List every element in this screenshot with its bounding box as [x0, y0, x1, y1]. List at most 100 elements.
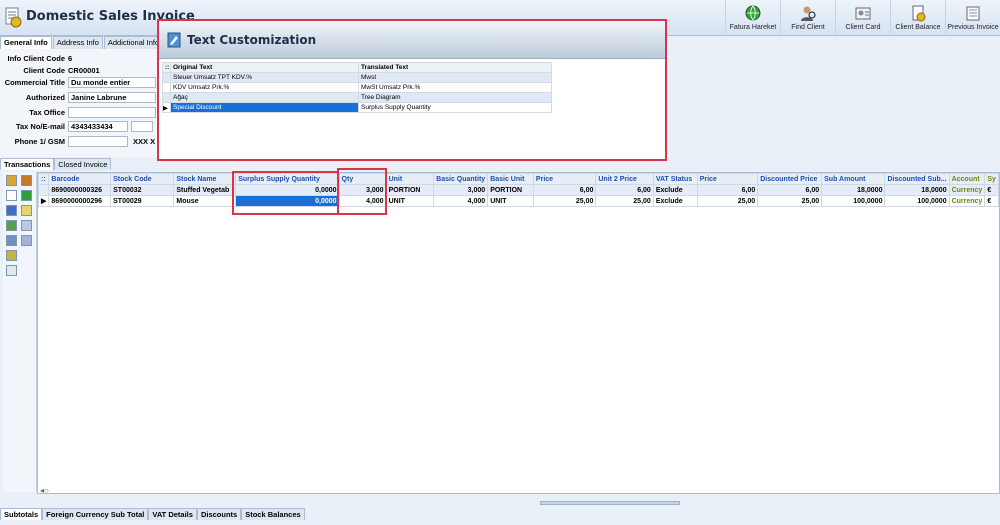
- vat-status-cell[interactable]: Exclude: [652, 195, 698, 207]
- discounted-price-cell[interactable]: 25,00: [757, 195, 823, 207]
- discounted-sub-cell[interactable]: 100,0000: [884, 195, 950, 207]
- client-balance-button[interactable]: Client Balance: [890, 0, 945, 34]
- currency-icon[interactable]: [21, 205, 32, 216]
- original-text-cell[interactable]: Special Discount: [170, 102, 359, 113]
- basic-qty-cell[interactable]: 3,000: [433, 184, 489, 196]
- translation-row-selected[interactable]: ▶ Special Discount Surplus Supply Quanti…: [162, 102, 552, 113]
- original-text-cell[interactable]: Steuer Umsatz TPT KDV.%: [170, 72, 359, 83]
- column-header[interactable]: Stock Code: [110, 173, 175, 185]
- calculator-icon[interactable]: [6, 250, 17, 261]
- column-header[interactable]: Discounted Price: [757, 173, 823, 185]
- column-header[interactable]: Unit: [385, 173, 435, 185]
- discounted-price-cell[interactable]: 6,00: [757, 184, 823, 196]
- column-header[interactable]: Unit 2 Price: [595, 173, 654, 185]
- column-header[interactable]: Barcode: [48, 173, 112, 185]
- options-icon[interactable]: [21, 175, 32, 186]
- copy-icon[interactable]: [6, 205, 17, 216]
- symbol-cell[interactable]: €: [984, 195, 999, 207]
- tab-additional-info[interactable]: Addictional Info: [103, 36, 164, 49]
- client-card-button[interactable]: Client Card: [835, 0, 890, 34]
- tab-discounts[interactable]: Discounts: [196, 508, 242, 520]
- column-header[interactable]: Basic Unit: [487, 173, 534, 185]
- tab-foreign-currency-sub-total[interactable]: Foreign Currency Sub Total: [42, 508, 149, 520]
- price2-cell[interactable]: 25,00: [696, 195, 759, 207]
- unit2-price-cell[interactable]: 6,00: [595, 184, 654, 196]
- translated-text-cell[interactable]: MwSt Umsatz Prk.%: [358, 82, 552, 93]
- export-icon[interactable]: [6, 220, 17, 231]
- authorized-input[interactable]: Janine Labrune: [68, 91, 156, 103]
- email-input[interactable]: [131, 120, 153, 132]
- translated-text-cell[interactable]: Mwst: [358, 72, 552, 83]
- tax-office-row: Tax Office: [0, 106, 156, 118]
- new-document-icon[interactable]: [6, 190, 17, 201]
- previous-invoice-button[interactable]: Previous Invoice: [945, 0, 1000, 34]
- column-header[interactable]: Basic Quantity: [433, 173, 489, 185]
- translation-row[interactable]: Ağaç Tree Diagram: [162, 92, 552, 103]
- horizontal-scrollbar[interactable]: [540, 501, 680, 505]
- phone-input[interactable]: [68, 135, 128, 147]
- column-header[interactable]: Sub Amount: [821, 173, 886, 185]
- text-customize-icon[interactable]: [21, 220, 32, 231]
- stock-name-cell[interactable]: Stuffed Vegetab: [173, 184, 237, 196]
- commercial-title-input[interactable]: Du monde entier: [68, 76, 156, 88]
- tab-address-info[interactable]: Address Info: [52, 36, 103, 49]
- column-header[interactable]: VAT Status: [652, 173, 698, 185]
- basic-unit-cell[interactable]: PORTION: [487, 184, 534, 196]
- sub-amount-cell[interactable]: 100,0000: [821, 195, 886, 207]
- stock-name-cell[interactable]: Mouse: [173, 195, 237, 207]
- column-header[interactable]: Discounted Sub...: [884, 173, 950, 185]
- tab-general-info[interactable]: General Info: [0, 36, 52, 49]
- translated-text-header[interactable]: Translated Text: [358, 62, 552, 73]
- dialog-header: Text Customization: [159, 21, 665, 59]
- basic-unit-cell[interactable]: UNIT: [487, 195, 534, 207]
- barcode-cell[interactable]: 8690000000326: [48, 184, 112, 196]
- original-text-cell[interactable]: KDV Umsatz Prk.%: [170, 82, 359, 93]
- column-header[interactable]: Account: [948, 173, 986, 185]
- sub-amount-cell[interactable]: 18,0000: [821, 184, 886, 196]
- unit2-price-cell[interactable]: 25,00: [595, 195, 654, 207]
- settings-icon[interactable]: [6, 175, 17, 186]
- tab-stock-balances[interactable]: Stock Balances: [241, 508, 305, 520]
- tab-transactions[interactable]: Transactions: [0, 158, 55, 170]
- expand-icon[interactable]: [6, 265, 17, 276]
- symbol-cell[interactable]: €: [984, 184, 999, 196]
- unit-cell[interactable]: UNIT: [385, 195, 435, 207]
- tab-closed-invoice[interactable]: Closed Invoice: [54, 158, 112, 170]
- translation-row[interactable]: KDV Umsatz Prk.% MwSt Umsatz Prk.%: [162, 82, 552, 93]
- price-cell[interactable]: 25,00: [532, 195, 597, 207]
- column-header[interactable]: Price: [696, 173, 759, 185]
- price-cell[interactable]: 6,00: [532, 184, 597, 196]
- table-row[interactable]: 8690000000326 ST00032 Stuffed Vegetab 0,…: [37, 184, 999, 196]
- account-cell[interactable]: Currency: [948, 184, 986, 196]
- basic-qty-cell[interactable]: 4,000: [433, 195, 489, 207]
- translated-text-cell[interactable]: Tree Diagram: [358, 92, 552, 103]
- fatura-hareket-button[interactable]: Fatura Hareket: [725, 0, 780, 34]
- unit-cell[interactable]: PORTION: [385, 184, 435, 196]
- tax-no-input[interactable]: 4343433434: [68, 120, 128, 132]
- find-client-button[interactable]: Find Client: [780, 0, 835, 34]
- scroll-left-icon[interactable]: ◂○: [40, 486, 49, 495]
- filter-icon[interactable]: [6, 235, 17, 246]
- column-header[interactable]: Price: [532, 173, 597, 185]
- column-header[interactable]: Sy: [984, 173, 999, 185]
- columns-icon[interactable]: [21, 235, 32, 246]
- column-header[interactable]: Stock Name: [173, 173, 237, 185]
- tax-office-input[interactable]: [68, 106, 156, 118]
- vat-status-cell[interactable]: Exclude: [652, 184, 698, 196]
- translation-row[interactable]: Steuer Umsatz TPT KDV.% Mwst: [162, 72, 552, 83]
- discounted-sub-cell[interactable]: 18,0000: [884, 184, 950, 196]
- translated-text-cell[interactable]: Surplus Supply Quantity: [358, 102, 552, 113]
- grid-indicator-header: ::: [37, 173, 50, 185]
- original-text-cell[interactable]: Ağaç: [170, 92, 359, 103]
- table-row[interactable]: ▶ 8690000000296 ST00029 Mouse 0,0000 4,0…: [37, 195, 999, 207]
- original-text-header[interactable]: Original Text: [170, 62, 359, 73]
- stock-code-cell[interactable]: ST00032: [110, 184, 175, 196]
- tab-subtotals[interactable]: Subtotals: [0, 508, 43, 520]
- client-code-value: CR00001: [68, 65, 100, 75]
- tab-vat-details[interactable]: VAT Details: [148, 508, 197, 520]
- barcode-cell[interactable]: 8690000000296: [48, 195, 112, 207]
- price2-cell[interactable]: 6,00: [696, 184, 759, 196]
- add-icon[interactable]: [21, 190, 32, 201]
- account-cell[interactable]: Currency: [948, 195, 986, 207]
- stock-code-cell[interactable]: ST00029: [110, 195, 175, 207]
